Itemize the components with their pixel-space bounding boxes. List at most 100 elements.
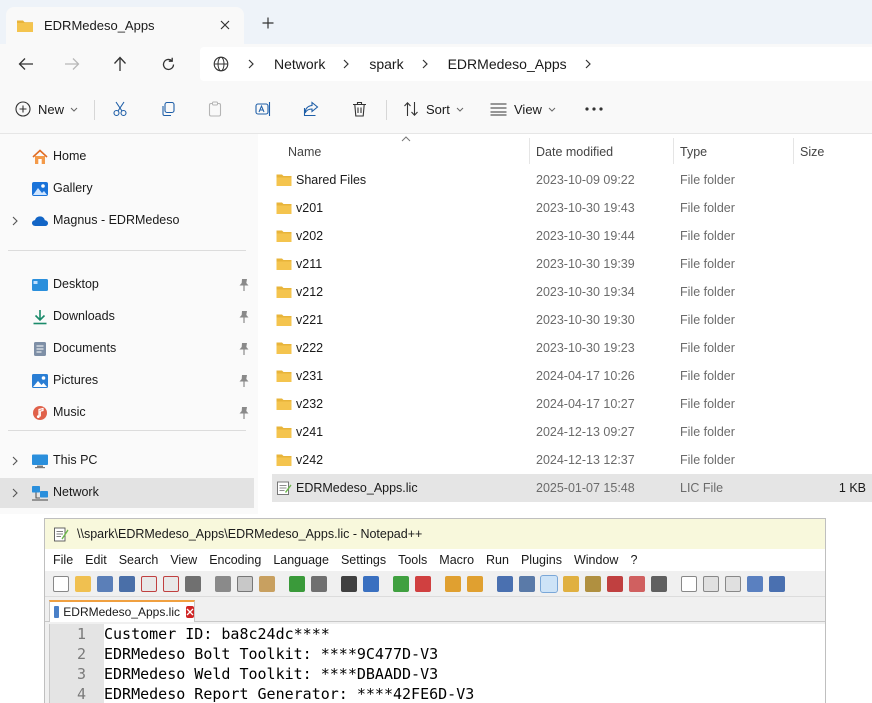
close-all-icon[interactable] xyxy=(163,576,179,592)
breadcrumb-chevron-icon[interactable] xyxy=(583,59,593,69)
column-divider[interactable] xyxy=(673,138,674,164)
expand-chevron-icon[interactable] xyxy=(10,455,20,467)
menu-file[interactable]: File xyxy=(53,553,73,567)
table-row[interactable]: v211 2023-10-30 19:39 File folder xyxy=(272,250,872,278)
word-wrap-icon[interactable] xyxy=(497,576,513,592)
forward-arrow-icon[interactable] xyxy=(60,53,84,75)
find-icon[interactable] xyxy=(341,576,357,592)
rename-button[interactable] xyxy=(255,98,272,120)
sidebar-item-documents[interactable]: Documents xyxy=(0,334,254,364)
menu-macro[interactable]: Macro xyxy=(439,553,474,567)
column-divider[interactable] xyxy=(529,138,530,164)
pin-icon[interactable] xyxy=(238,310,250,324)
new-tab-icon[interactable] xyxy=(258,13,278,33)
show-all-characters-icon[interactable] xyxy=(519,576,535,592)
menu-run[interactable]: Run xyxy=(486,553,509,567)
sidebar-item-music[interactable]: Music xyxy=(0,398,254,428)
redo-icon[interactable] xyxy=(311,576,327,592)
notepad-title-bar[interactable]: \\spark\EDRMedeso_Apps\EDRMedeso_Apps.li… xyxy=(45,519,825,549)
breadcrumb-network[interactable]: Network xyxy=(274,56,325,72)
expand-chevron-icon[interactable] xyxy=(10,487,20,499)
breadcrumb-chevron-icon[interactable] xyxy=(246,59,256,69)
save-icon[interactable] xyxy=(97,576,113,592)
table-row[interactable]: v222 2023-10-30 19:23 File folder xyxy=(272,334,872,362)
sidebar-item-network[interactable]: Network xyxy=(0,478,254,508)
refresh-icon[interactable] xyxy=(156,53,180,75)
expand-chevron-icon[interactable] xyxy=(10,215,20,227)
notepad-tab[interactable]: EDRMedeso_Apps.lic xyxy=(49,600,195,622)
breadcrumb-chevron-icon[interactable] xyxy=(420,59,430,69)
table-row[interactable]: Shared Files 2023-10-09 09:22 File folde… xyxy=(272,166,872,194)
document-map-icon[interactable] xyxy=(585,576,601,592)
menu-window[interactable]: Window xyxy=(574,553,618,567)
open-file-icon[interactable] xyxy=(75,576,91,592)
table-row[interactable]: v201 2023-10-30 19:43 File folder xyxy=(272,194,872,222)
new-file-icon[interactable] xyxy=(53,576,69,592)
delete-button[interactable] xyxy=(352,98,367,120)
menu-language[interactable]: Language xyxy=(273,553,329,567)
close-file-icon[interactable] xyxy=(141,576,157,592)
sidebar-item-onedrive[interactable]: Magnus - EDRMedeso xyxy=(0,206,254,236)
menu-edit[interactable]: Edit xyxy=(85,553,107,567)
table-row[interactable]: v212 2023-10-30 19:34 File folder xyxy=(272,278,872,306)
save-all-icon[interactable] xyxy=(119,576,135,592)
table-row[interactable]: v232 2024-04-17 10:27 File folder xyxy=(272,390,872,418)
sort-button[interactable]: Sort xyxy=(403,98,464,120)
sidebar-item-desktop[interactable]: Desktop xyxy=(0,270,254,300)
pin-icon[interactable] xyxy=(238,342,250,356)
save-macro-icon[interactable] xyxy=(769,576,785,592)
code-editor[interactable]: 1 Customer ID: ba8c24dc**** 2 EDRMedeso … xyxy=(49,624,825,703)
up-arrow-icon[interactable] xyxy=(108,53,132,75)
new-button[interactable]: New xyxy=(15,98,78,120)
sidebar-item-downloads[interactable]: Downloads xyxy=(0,302,254,332)
indent-guide-icon[interactable] xyxy=(540,575,558,593)
more-options-button[interactable] xyxy=(585,98,603,120)
menu-tools[interactable]: Tools xyxy=(398,553,427,567)
menu-settings[interactable]: Settings xyxy=(341,553,386,567)
menu-help[interactable]: ? xyxy=(630,553,637,567)
paste-button[interactable] xyxy=(207,98,223,120)
sidebar-item-pictures[interactable]: Pictures xyxy=(0,366,254,396)
table-row[interactable]: v221 2023-10-30 19:30 File folder xyxy=(272,306,872,334)
cut-button[interactable] xyxy=(112,98,128,120)
print-icon[interactable] xyxy=(185,576,201,592)
pin-icon[interactable] xyxy=(238,406,250,420)
run-macro-multiple-icon[interactable] xyxy=(747,576,763,592)
zoom-out-icon[interactable] xyxy=(415,576,431,592)
column-header-size[interactable]: Size xyxy=(800,140,824,164)
table-row[interactable]: v242 2024-12-13 12:37 File folder xyxy=(272,446,872,474)
table-row[interactable]: v202 2023-10-30 19:44 File folder xyxy=(272,222,872,250)
column-divider[interactable] xyxy=(793,138,794,164)
share-button[interactable] xyxy=(303,98,319,120)
menu-search[interactable]: Search xyxy=(119,553,159,567)
record-macro-icon[interactable] xyxy=(681,576,697,592)
table-row[interactable]: EDRMedeso_Apps.lic 2025-01-07 15:48 LIC … xyxy=(272,474,872,502)
explorer-tab[interactable]: EDRMedeso_Apps xyxy=(6,7,244,44)
breadcrumb-spark[interactable]: spark xyxy=(369,56,403,72)
breadcrumb-current-folder[interactable]: EDRMedeso_Apps xyxy=(448,56,567,72)
cut-icon[interactable] xyxy=(215,576,231,592)
table-row[interactable]: v241 2024-12-13 09:27 File folder xyxy=(272,418,872,446)
view-button[interactable]: View xyxy=(490,98,556,120)
sidebar-item-gallery[interactable]: Gallery xyxy=(0,174,254,204)
zoom-in-icon[interactable] xyxy=(393,576,409,592)
pin-icon[interactable] xyxy=(238,374,250,388)
folder-as-workspace-icon[interactable] xyxy=(629,576,645,592)
replace-icon[interactable] xyxy=(363,576,379,592)
sidebar-item-this-pc[interactable]: This PC xyxy=(0,446,254,476)
undo-icon[interactable] xyxy=(289,576,305,592)
column-header-type[interactable]: Type xyxy=(680,140,707,164)
address-bar[interactable]: Network spark EDRMedeso_Apps xyxy=(200,47,872,81)
monitoring-eye-icon[interactable] xyxy=(651,576,667,592)
playback-icon[interactable] xyxy=(725,576,741,592)
menu-plugins[interactable]: Plugins xyxy=(521,553,562,567)
paste-icon[interactable] xyxy=(259,576,275,592)
copy-icon[interactable] xyxy=(237,576,253,592)
pin-icon[interactable] xyxy=(238,278,250,292)
menu-encoding[interactable]: Encoding xyxy=(209,553,261,567)
back-arrow-icon[interactable] xyxy=(14,53,38,75)
user-defined-language-icon[interactable] xyxy=(563,576,579,592)
sidebar-item-home[interactable]: Home xyxy=(0,142,254,172)
stop-recording-icon[interactable] xyxy=(703,576,719,592)
close-tab-icon[interactable] xyxy=(186,606,194,618)
